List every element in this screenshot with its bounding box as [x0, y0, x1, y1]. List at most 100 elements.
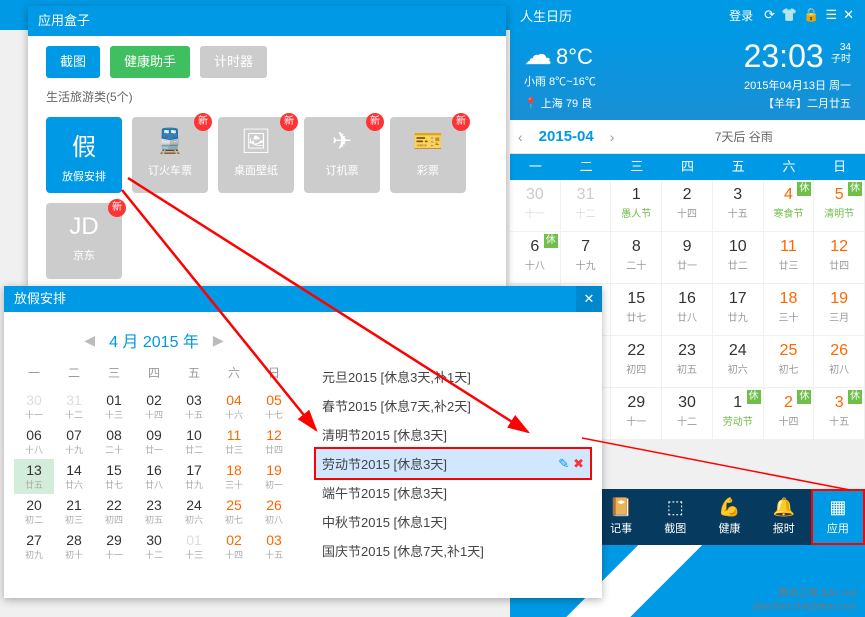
hw-day[interactable]: 06十八	[14, 424, 54, 459]
holiday-item[interactable]: 春节2015 [休息7天,补2天]	[316, 391, 590, 420]
calendar-day[interactable]: 休6十八	[510, 232, 561, 284]
hw-day[interactable]: 29十一	[94, 529, 134, 564]
toolbar-记事[interactable]: 📔记事	[594, 489, 648, 545]
hw-day[interactable]: 10廿二	[174, 424, 214, 459]
calendar-day[interactable]: 休2十四	[764, 388, 815, 440]
calendar-day[interactable]: 3十五	[713, 180, 764, 232]
hw-day[interactable]: 16廿八	[134, 459, 174, 494]
hw-day[interactable]: 03十五	[254, 529, 294, 564]
appbox-btn-健康助手[interactable]: 健康助手	[110, 46, 190, 78]
hw-day[interactable]: 30十二	[134, 529, 174, 564]
current-month[interactable]: 2015-04	[531, 128, 602, 145]
toolbar-健康[interactable]: 💪健康	[702, 489, 756, 545]
hw-day[interactable]: 08二十	[94, 424, 134, 459]
hw-day[interactable]: 25初七	[214, 494, 254, 529]
hw-day[interactable]: 14廿六	[54, 459, 94, 494]
hw-day[interactable]: 13廿五	[14, 459, 54, 494]
holiday-item[interactable]: 劳动节2015 [休息3天]✎✖	[316, 449, 590, 478]
calendar-day[interactable]: 2十四	[662, 180, 713, 232]
toolbar-截图[interactable]: ⬚截图	[648, 489, 702, 545]
hw-day[interactable]: 27初九	[14, 529, 54, 564]
hw-day[interactable]: 09廿一	[134, 424, 174, 459]
hw-day[interactable]: 02十四	[134, 389, 174, 424]
calendar-day[interactable]: 24初六	[713, 336, 764, 388]
hw-day[interactable]: 11廿三	[214, 424, 254, 459]
calendar-day[interactable]: 29十一	[611, 388, 662, 440]
edit-icon[interactable]: ✎	[558, 456, 569, 471]
hw-day[interactable]: 18三十	[214, 459, 254, 494]
calendar-day[interactable]: 23初五	[662, 336, 713, 388]
calendar-day[interactable]: 25初七	[764, 336, 815, 388]
close-icon[interactable]: ✕	[843, 7, 854, 23]
calendar-day[interactable]: 休4寒食节	[764, 180, 815, 232]
hw-day[interactable]: 01十三	[94, 389, 134, 424]
calendar-day[interactable]: 7十九	[561, 232, 612, 284]
calendar-day[interactable]: 18三十	[764, 284, 815, 336]
prev-month-icon[interactable]: ‹	[510, 129, 531, 145]
holiday-item[interactable]: 端午节2015 [休息3天]	[316, 478, 590, 507]
calendar-day[interactable]: 31十二	[561, 180, 612, 232]
calendar-day[interactable]: 1愚人节	[611, 180, 662, 232]
app-放假安排[interactable]: 假放假安排	[46, 117, 122, 193]
holiday-item[interactable]: 元旦2015 [休息3天,补1天]	[316, 362, 590, 391]
hw-day[interactable]: 17廿九	[174, 459, 214, 494]
calendar-day[interactable]: 休1劳动节	[713, 388, 764, 440]
calendar-day[interactable]: 30十一	[510, 180, 561, 232]
hw-day[interactable]: 30十一	[14, 389, 54, 424]
hw-day[interactable]: 19初一	[254, 459, 294, 494]
calendar-day[interactable]: 19三月	[814, 284, 865, 336]
hw-day[interactable]: 05十七	[254, 389, 294, 424]
calendar-day[interactable]: 12廿四	[814, 232, 865, 284]
hw-day[interactable]: 04十六	[214, 389, 254, 424]
next-month-icon[interactable]: ›	[602, 129, 623, 145]
hw-day[interactable]: 22初四	[94, 494, 134, 529]
hw-day[interactable]: 15廿七	[94, 459, 134, 494]
login-link[interactable]: 登录	[729, 7, 753, 24]
hw-day[interactable]: 02十四	[214, 529, 254, 564]
hw-day[interactable]: 01十三	[174, 529, 214, 564]
calendar-day[interactable]: 16廿八	[662, 284, 713, 336]
holiday-item[interactable]: 中秋节2015 [休息1天]	[316, 507, 590, 536]
calendar-day[interactable]: 10廿二	[713, 232, 764, 284]
calendar-day[interactable]: 休3十五	[814, 388, 865, 440]
hw-day[interactable]: 28初十	[54, 529, 94, 564]
app-彩票[interactable]: 新🎫彩票	[390, 117, 466, 193]
shirt-icon[interactable]: 👕	[781, 7, 797, 23]
hw-prev-icon[interactable]: ◀	[84, 332, 95, 349]
hw-day[interactable]: 12廿四	[254, 424, 294, 459]
toolbar-应用[interactable]: ▦应用	[811, 489, 865, 545]
app-订机票[interactable]: 新✈订机票	[304, 117, 380, 193]
app-桌面壁纸[interactable]: 新🖼桌面壁纸	[218, 117, 294, 193]
calendar-day[interactable]: 26初八	[814, 336, 865, 388]
delete-icon[interactable]: ✖	[573, 456, 584, 471]
hw-day[interactable]: 20初二	[14, 494, 54, 529]
toolbar-报时[interactable]: 🔔报时	[757, 489, 811, 545]
sync-icon[interactable]: ⟳	[764, 7, 775, 23]
appbox-btn-计时器[interactable]: 计时器	[200, 46, 267, 78]
holiday-item[interactable]: 清明节2015 [休息3天]	[316, 420, 590, 449]
settings-icon[interactable]: ☰	[825, 7, 837, 23]
calendar-day[interactable]: 11廿三	[764, 232, 815, 284]
calendar-day[interactable]: 休5清明节	[814, 180, 865, 232]
appbox-btn-截图[interactable]: 截图	[46, 46, 100, 78]
hw-day[interactable]: 23初五	[134, 494, 174, 529]
app-订火车票[interactable]: 新🚆订火车票	[132, 117, 208, 193]
hw-next-icon[interactable]: ▶	[213, 332, 224, 349]
hw-day[interactable]: 21初三	[54, 494, 94, 529]
holiday-item[interactable]: 国庆节2015 [休息7天,补1天]	[316, 536, 590, 565]
hw-day[interactable]: 03十五	[174, 389, 214, 424]
app-京东[interactable]: 新JD京东	[46, 203, 122, 279]
lock-icon[interactable]: 🔒	[803, 7, 819, 23]
holiday-close-icon[interactable]: ✕	[576, 286, 602, 312]
calendar-day[interactable]: 8二十	[611, 232, 662, 284]
hw-day[interactable]: 31十二	[54, 389, 94, 424]
calendar-day[interactable]: 17廿九	[713, 284, 764, 336]
location-text[interactable]: 上海 79 良	[541, 98, 592, 110]
calendar-day[interactable]: 22初四	[611, 336, 662, 388]
calendar-day[interactable]: 30十二	[662, 388, 713, 440]
calendar-day[interactable]: 9廿一	[662, 232, 713, 284]
hw-day[interactable]: 24初六	[174, 494, 214, 529]
calendar-day[interactable]: 15廿七	[611, 284, 662, 336]
hw-day[interactable]: 07十九	[54, 424, 94, 459]
hw-day[interactable]: 26初八	[254, 494, 294, 529]
